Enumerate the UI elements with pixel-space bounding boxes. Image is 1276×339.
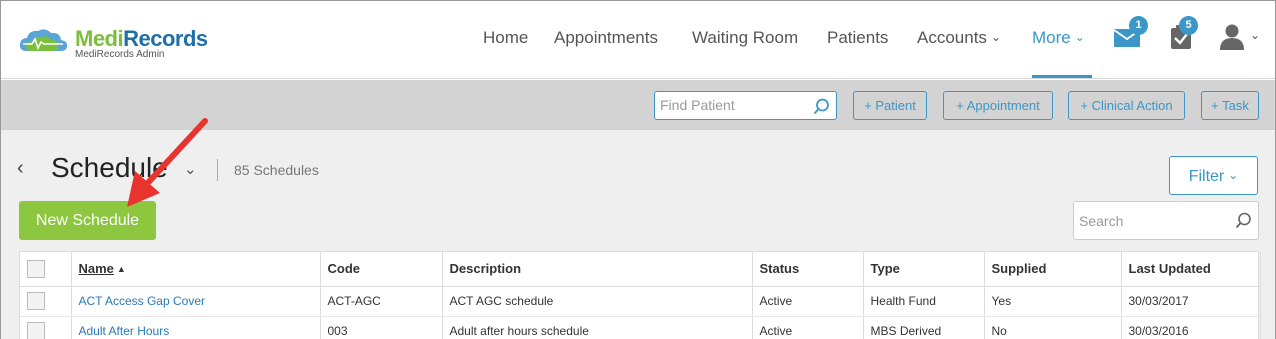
nav-home[interactable]: Home [483, 28, 528, 48]
search-icon[interactable] [813, 98, 830, 115]
messages-button[interactable]: 1 [1113, 16, 1148, 52]
select-all-checkbox[interactable] [27, 259, 45, 278]
column-header-last-updated[interactable]: Last Updated [1121, 252, 1261, 287]
chevron-down-icon: ⌄ [1228, 168, 1239, 182]
logo-cloud-icon [19, 29, 68, 51]
top-navbar: MediRecords MediRecords Admin Home Appoi… [1, 1, 1275, 79]
title-divider [217, 159, 218, 181]
search-input[interactable] [1079, 213, 1229, 229]
cell-status: Active [752, 316, 864, 339]
main-content: ‹ Schedule ⌄ 85 Schedules New Schedule F… [1, 130, 1275, 339]
filter-button[interactable]: Filter ⌄ [1169, 156, 1258, 195]
user-icon [1220, 24, 1244, 50]
column-header-type[interactable]: Type [863, 252, 985, 287]
cell-code: 003 [320, 316, 443, 339]
tasks-badge: 5 [1179, 16, 1198, 35]
cell-supplied: Yes [984, 286, 1122, 317]
table-header-row: Name ▲ Code Description Status Type Suppl… [20, 252, 1261, 287]
nav-more[interactable]: More ⌄ [1032, 28, 1085, 48]
nav-accounts[interactable]: Accounts ⌄ [917, 28, 1001, 48]
add-clinical-action-button[interactable]: + Clinical Action [1068, 91, 1185, 120]
cell-description: ACT AGC schedule [442, 286, 753, 317]
messages-badge: 1 [1129, 16, 1148, 35]
find-patient-field[interactable] [654, 91, 837, 120]
add-task-button[interactable]: + Task [1201, 91, 1259, 120]
sort-asc-icon: ▲ [116, 264, 126, 275]
schedule-name-link[interactable]: Adult After Hours [71, 316, 321, 339]
chevron-down-icon: ⌄ [1074, 30, 1085, 44]
tasks-button[interactable]: 5 [1170, 16, 1198, 54]
row-checkbox[interactable] [27, 322, 45, 339]
find-patient-input[interactable] [660, 97, 810, 113]
cell-description: Adult after hours schedule [442, 316, 753, 339]
column-header-code[interactable]: Code [320, 252, 443, 287]
cell-last-updated: 30/03/2017 [1121, 286, 1261, 317]
column-header-description[interactable]: Description [442, 252, 753, 287]
column-header-name[interactable]: Name ▲ [71, 252, 321, 287]
chevron-down-icon: ⌄ [990, 30, 1001, 44]
schedules-table: Name ▲ Code Description Status Type Suppl… [19, 251, 1261, 339]
search-field[interactable] [1073, 201, 1259, 240]
cell-last-updated: 30/03/2016 [1121, 316, 1261, 339]
column-header-supplied[interactable]: Supplied [984, 252, 1122, 287]
select-all-cell[interactable] [20, 252, 72, 287]
nav-patients[interactable]: Patients [827, 28, 888, 48]
cell-type: Health Fund [863, 286, 985, 317]
row-select-cell[interactable] [20, 316, 72, 339]
action-bar: + Patient + Appointment + Clinical Actio… [1, 80, 1275, 130]
page-title: Schedule [51, 152, 168, 183]
user-menu[interactable]: ⌄ [1220, 24, 1260, 55]
row-select-cell[interactable] [20, 286, 72, 317]
logo-subtitle: MediRecords Admin [75, 49, 165, 60]
back-chevron-icon[interactable]: ‹ [17, 157, 24, 180]
table-row[interactable]: ACT Access Gap Cover ACT-AGC ACT AGC sch… [20, 286, 1261, 317]
cell-supplied: No [984, 316, 1122, 339]
add-appointment-button[interactable]: + Appointment [943, 91, 1053, 120]
new-schedule-button[interactable]: New Schedule [19, 201, 156, 240]
add-patient-button[interactable]: + Patient [853, 91, 927, 120]
row-checkbox[interactable] [27, 292, 45, 310]
cell-code: ACT-AGC [320, 286, 443, 317]
nav-appointments[interactable]: Appointments [554, 28, 658, 48]
active-nav-indicator [1032, 75, 1092, 78]
chevron-down-icon[interactable]: ⌄ [184, 160, 197, 178]
column-header-status[interactable]: Status [752, 252, 864, 287]
cell-status: Active [752, 286, 864, 317]
table-row[interactable]: Adult After Hours 003 Adult after hours … [20, 316, 1261, 339]
schedule-name-link[interactable]: ACT Access Gap Cover [71, 286, 321, 317]
schedule-count: 85 Schedules [234, 162, 319, 178]
search-icon[interactable] [1235, 212, 1252, 229]
cell-type: MBS Derived [863, 316, 985, 339]
chevron-down-icon: ⌄ [1250, 28, 1261, 42]
nav-waiting-room[interactable]: Waiting Room [692, 28, 798, 48]
